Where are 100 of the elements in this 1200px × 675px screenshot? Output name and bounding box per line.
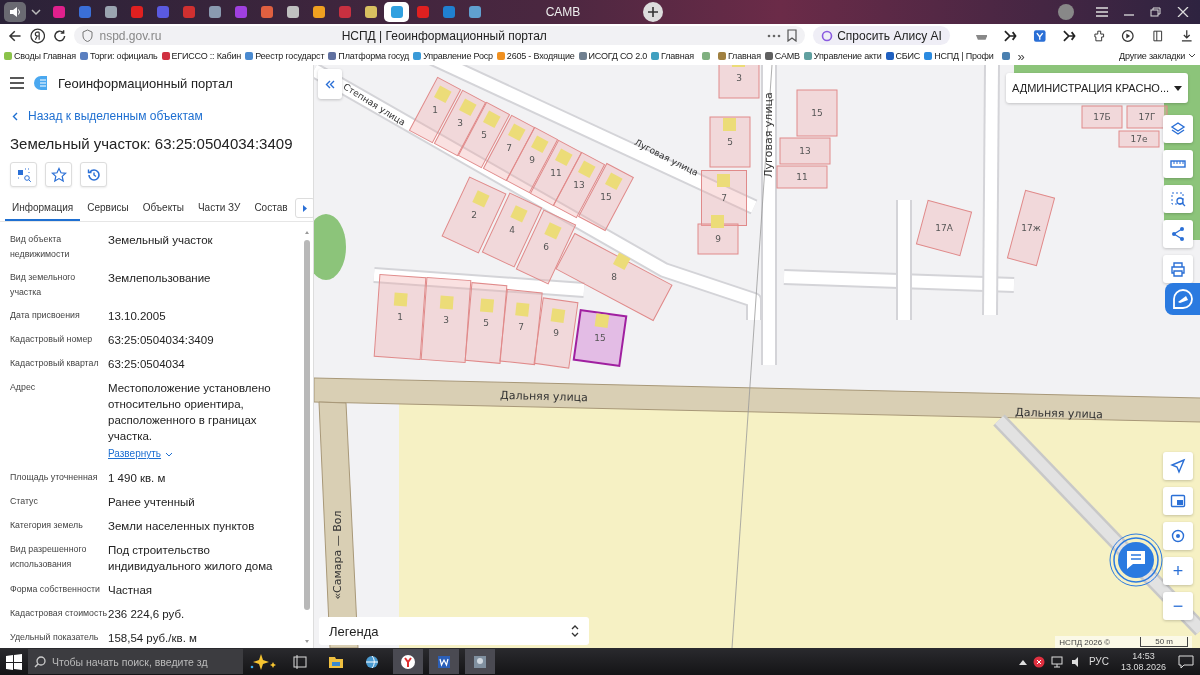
bookmark-link[interactable]: САМВ (764, 51, 800, 61)
history-button[interactable] (80, 162, 107, 187)
land-parcel[interactable] (1118, 130, 1160, 148)
collapse-panel-button[interactable] (318, 69, 342, 99)
reload-icon[interactable] (52, 28, 67, 43)
property-value: Землепользование (108, 271, 212, 286)
back-arrow-icon[interactable] (8, 28, 22, 43)
puzzle-icon[interactable] (1091, 28, 1106, 43)
keyboard-language[interactable]: РУС (1088, 656, 1109, 667)
menu-icon[interactable] (10, 77, 24, 89)
layers-button[interactable] (1163, 115, 1193, 143)
document-editor-icon[interactable] (436, 653, 452, 670)
land-parcel[interactable] (1126, 105, 1168, 129)
task-view-icon[interactable] (292, 653, 308, 670)
bookmark-link[interactable]: Платформа госуд (328, 51, 410, 61)
search-field[interactable]: Чтобы начать поиск, введите зд (28, 649, 243, 674)
measure-button[interactable] (1163, 150, 1193, 178)
more-dots-icon[interactable] (767, 33, 782, 38)
panel-tab[interactable]: Информация (5, 195, 81, 221)
property-label: Вид разрешенного использования (10, 543, 88, 571)
other-bookmarks-button[interactable]: Другие закладки (1119, 51, 1196, 61)
network-icon[interactable] (1050, 655, 1065, 668)
clock[interactable]: 14:53 13.08.2026 (1114, 650, 1172, 673)
browser-tab[interactable] (384, 2, 409, 22)
bookmark-link[interactable]: 2605 - Входящие (496, 51, 575, 61)
zoom-out-button[interactable]: − (1163, 592, 1193, 620)
property-label: Кадастровый номер (10, 333, 94, 346)
navigate-button[interactable] (1163, 452, 1193, 480)
select-area-button[interactable] (1163, 185, 1193, 213)
browser-logo-icon[interactable] (29, 27, 45, 44)
print-button[interactable] (1163, 255, 1193, 283)
administration-select[interactable]: АДМИНИСТРАЦИЯ КРАСНО... (1006, 73, 1188, 103)
feedback-button[interactable] (1165, 283, 1200, 315)
extension-icon[interactable] (1062, 28, 1076, 43)
land-parcel[interactable] (1081, 105, 1123, 129)
house-number: 7 (506, 143, 512, 153)
land-parcel[interactable] (533, 297, 579, 369)
notification-icon[interactable] (1178, 654, 1194, 669)
share-button[interactable] (1163, 220, 1193, 248)
more-bookmarks-button[interactable]: » (1017, 48, 1025, 64)
new-tab-button[interactable] (643, 2, 663, 22)
expand-link[interactable]: Развернуть (108, 446, 299, 462)
bookmark-link[interactable] (701, 52, 710, 60)
chevron-up-icon[interactable] (1018, 658, 1027, 665)
bookmark-link[interactable]: Управление Роср (413, 51, 493, 61)
app-icon[interactable] (472, 653, 488, 670)
browser-icon[interactable] (400, 653, 416, 670)
locate-button[interactable] (10, 162, 37, 187)
land-parcel[interactable] (482, 114, 536, 182)
building (717, 174, 730, 187)
zoom-in-button[interactable]: + (1163, 557, 1193, 585)
download-icon[interactable] (1180, 28, 1194, 43)
bookmark-link[interactable]: Торги: официаль (79, 51, 158, 61)
bookmark-link[interactable]: Главная (651, 51, 694, 61)
sound-button[interactable] (4, 2, 26, 22)
land-parcel[interactable] (529, 139, 583, 207)
house-number: 5 (483, 318, 489, 328)
house-number: 11 (796, 172, 808, 182)
panel-tab[interactable]: Состав (247, 195, 295, 221)
bookmark-link[interactable]: Управление акти (803, 51, 882, 61)
sidebar-icon[interactable] (1150, 28, 1165, 43)
antivirus-icon[interactable] (1032, 655, 1045, 668)
chat-assistant-icon[interactable] (1109, 533, 1163, 587)
browser-tab[interactable]: САМВ (488, 2, 638, 22)
house-number: 9 (715, 234, 721, 244)
building (531, 135, 549, 154)
panel-tab[interactable]: Сервисы (80, 195, 136, 221)
bookmark-link[interactable]: Своды Главная (4, 51, 76, 61)
bookmark-link[interactable]: ЕГИССО :: Кабин (161, 51, 242, 61)
zoom-to-object-icon (15, 166, 32, 183)
close-icon[interactable] (1177, 7, 1189, 17)
bookmark-link[interactable]: ИСОГД СО 2.0 (578, 51, 648, 61)
panel-tab[interactable]: Части ЗУ (190, 195, 248, 221)
land-parcel[interactable] (505, 126, 559, 194)
bookmark-link[interactable]: Реестр государст (245, 51, 325, 61)
bookmark-link[interactable]: СБИС (885, 51, 921, 61)
profile-avatar[interactable] (1058, 4, 1074, 20)
bookmark-link[interactable]: НСПД | Профи (924, 51, 994, 61)
assistant-button[interactable]: Спросить Алису AI (813, 26, 950, 45)
bookmark-link[interactable] (1001, 52, 1010, 60)
land-parcel[interactable] (499, 288, 543, 366)
extension-icon[interactable] (1003, 28, 1017, 43)
property-label: Вид объекта недвижимости (10, 233, 71, 261)
property-label: Удельный показатель (10, 631, 100, 644)
favorite-button[interactable] (45, 162, 72, 187)
minimap-button[interactable] (1163, 487, 1193, 515)
play-icon[interactable] (1121, 28, 1135, 43)
shield-icon (82, 29, 94, 42)
globe-icon[interactable] (364, 653, 380, 670)
legend-dropdown[interactable]: Легенда (319, 617, 589, 645)
back-link[interactable]: Назад к выделенным объектам (0, 101, 313, 129)
address-bar[interactable]: nspd.gov.ru НСПД | Геоинформационный портал (74, 26, 806, 45)
bookmark-icon[interactable] (787, 29, 798, 42)
scroll-tabs-button[interactable] (294, 198, 313, 218)
house-number: 17ж (1021, 223, 1041, 233)
start-icon[interactable] (6, 653, 22, 670)
my-location-button[interactable] (1163, 522, 1193, 550)
restore-icon[interactable] (1150, 7, 1162, 17)
bookmark-link[interactable]: Главная (717, 51, 761, 61)
panel-tab[interactable]: Объекты (135, 195, 191, 221)
